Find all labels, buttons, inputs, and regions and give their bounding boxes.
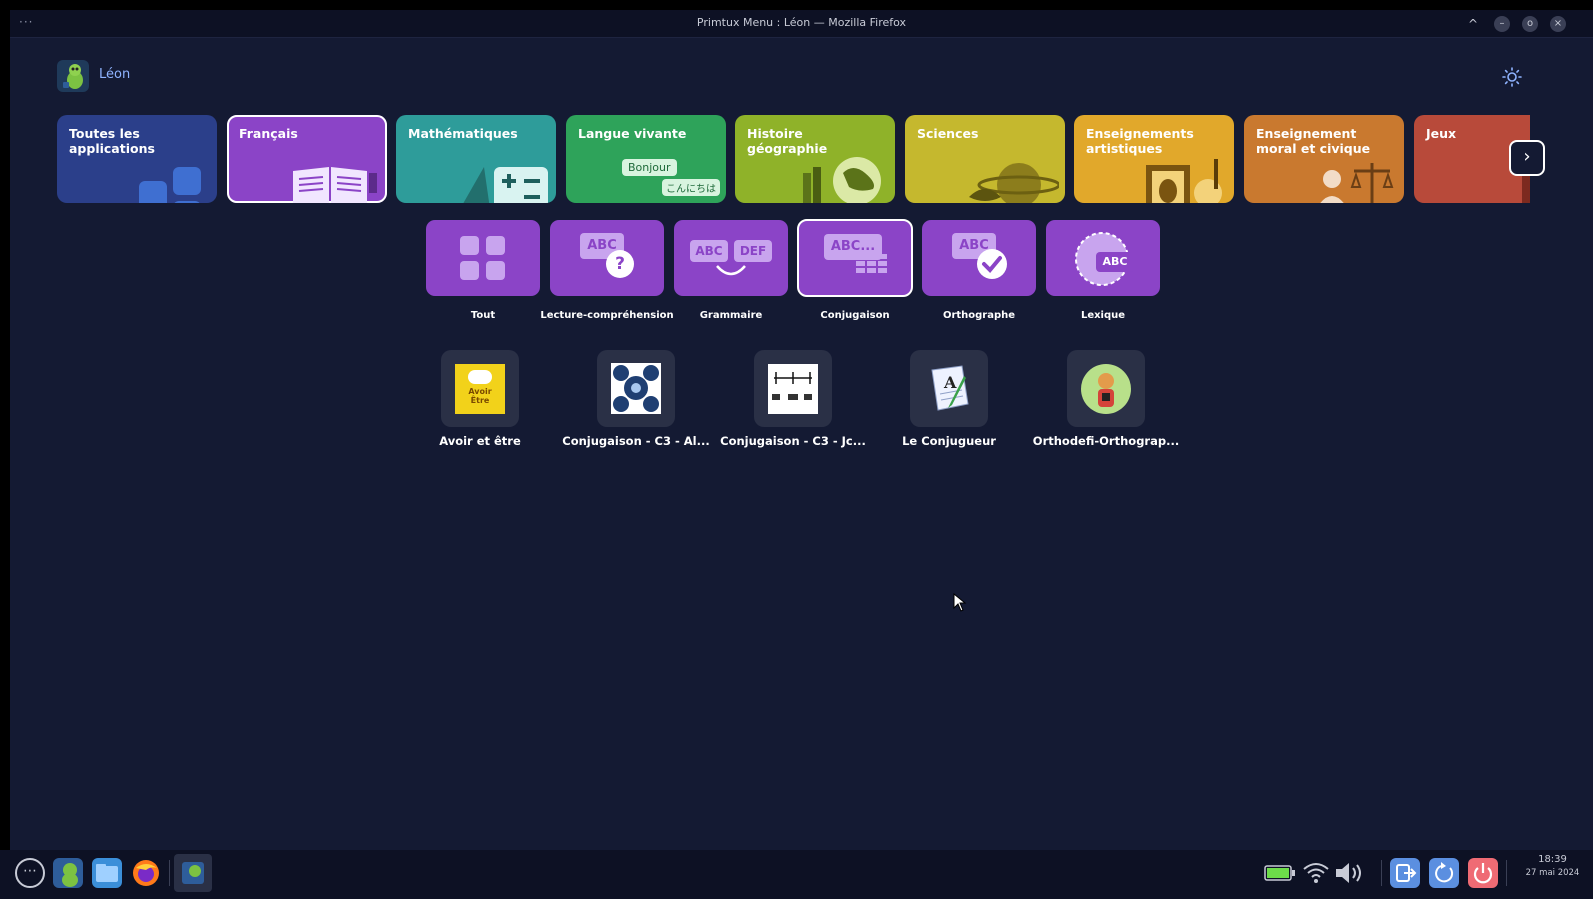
avoir-etre-icon: Avoir Être <box>455 364 505 414</box>
category-label: Enseignements artistiques <box>1086 126 1194 156</box>
abc-bubble: ABC <box>690 240 728 262</box>
subcategory-tile <box>426 220 540 296</box>
category-label: Enseignement moral et civique <box>1256 126 1371 156</box>
file-manager-icon[interactable] <box>92 858 122 888</box>
window-title: Primtux Menu : Léon — Mozilla Firefox <box>696 16 907 29</box>
notepad-pen-icon: A <box>931 365 969 411</box>
category-label: Français <box>239 126 298 141</box>
category-label: Sciences <box>917 126 979 141</box>
chevron-right-icon: › <box>1523 146 1531 167</box>
primtux-launcher-icon[interactable] <box>53 858 83 888</box>
subcategory-orthographe[interactable]: ABC Orthographe <box>922 220 1036 321</box>
app-label: Avoir et être <box>439 434 521 448</box>
subcategory-tile: ABC ? <box>550 220 664 296</box>
bonjour-bubble: Bonjour <box>622 159 677 176</box>
app-icon-box <box>597 350 675 427</box>
firefox-icon[interactable] <box>131 858 161 888</box>
app-menu-icon[interactable]: ⋯ <box>15 858 45 888</box>
link-arc-icon <box>716 265 746 276</box>
user-name: Léon <box>99 67 131 82</box>
konnichiwa-bubble: こんにちは <box>662 179 720 196</box>
power-icon[interactable] <box>1468 858 1498 888</box>
taskbar-separator <box>1381 860 1382 886</box>
timeline-icon <box>768 364 818 414</box>
abc-badge: ABC <box>1096 252 1134 272</box>
window-minimize-button[interactable]: – <box>1494 16 1510 32</box>
category-label: Jeux <box>1426 126 1457 141</box>
title-bar: ··· Primtux Menu : Léon — Mozilla Firefo… <box>10 10 1593 38</box>
category-langue-vivante[interactable]: Langue vivante Bonjour こんにちは <box>566 115 726 203</box>
category-all-apps[interactable]: Toutes les applications <box>57 115 217 203</box>
sun-icon <box>1502 67 1522 87</box>
subcategory-tile: ABC... <box>797 219 913 297</box>
check-icon <box>977 249 1007 279</box>
category-sciences[interactable]: Sciences <box>905 115 1065 203</box>
window-shade-button[interactable]: ^ <box>1465 16 1481 32</box>
subcategory-grammaire[interactable]: ABC DEF Grammaire <box>674 220 788 321</box>
planet-icon <box>969 163 1059 203</box>
app-icon-box: A <box>910 350 988 427</box>
grid-icon <box>460 236 505 280</box>
palette-icon <box>1146 159 1222 203</box>
category-label: Mathématiques <box>408 126 518 141</box>
calculator-icon <box>463 167 548 203</box>
clock-time: 18:39 <box>1538 854 1567 865</box>
subcategory-tile: ABC <box>1046 220 1160 296</box>
app-label: Le Conjugueur <box>902 434 996 448</box>
wifi-icon[interactable] <box>1301 860 1331 886</box>
globe-icon <box>803 157 881 203</box>
category-label: Histoire géographie <box>747 126 828 156</box>
category-label: Langue vivante <box>578 126 687 141</box>
category-bar: Toutes les applications Français Mathéma… <box>57 115 1530 203</box>
justice-scale-icon <box>1320 163 1394 203</box>
theme-toggle-button[interactable] <box>1502 67 1522 87</box>
window-maximize-button[interactable]: o <box>1522 16 1538 32</box>
question-icon: ? <box>606 250 634 278</box>
app-icon-box: Avoir Être <box>441 350 519 427</box>
logout-icon[interactable] <box>1390 858 1420 888</box>
grid-icon <box>139 167 201 203</box>
user-avatar <box>57 60 89 92</box>
table-icon <box>856 254 887 273</box>
app-icon-box <box>1067 350 1145 427</box>
molecule-icon <box>611 363 661 414</box>
app-label: Orthodefi-Orthograp... <box>1032 434 1180 448</box>
taskbar-separator <box>169 860 170 886</box>
subcategory-label: Lexique <box>1080 310 1126 321</box>
subcategory-lexique[interactable]: ABC Lexique <box>1046 220 1160 321</box>
subcategory-lecture-comprehension[interactable]: ABC ? Lecture-compréhension <box>540 220 674 321</box>
volume-icon[interactable] <box>1333 860 1369 886</box>
category-enseignement-moral[interactable]: Enseignement moral et civique <box>1244 115 1404 203</box>
app-label: Conjugaison - C3 - Jc... <box>720 434 866 448</box>
subcategory-tile: ABC DEF <box>674 220 788 296</box>
app-label: Conjugaison - C3 - Al... <box>562 434 710 448</box>
taskbar-separator <box>1506 860 1507 886</box>
svg-text:A: A <box>943 373 957 392</box>
category-francais[interactable]: Français <box>227 115 387 203</box>
subcategory-tile: ABC <box>922 220 1036 296</box>
taskbar: ⋯ 18:39 27 mai 2024 <box>0 850 1593 899</box>
clock[interactable]: 18:39 27 mai 2024 <box>1512 854 1593 878</box>
book-icon <box>293 167 377 203</box>
clock-date: 27 mai 2024 <box>1525 868 1580 878</box>
category-enseignements-artistiques[interactable]: Enseignements artistiques <box>1074 115 1234 203</box>
mouse-cursor-icon <box>953 593 967 612</box>
window-close-button[interactable]: × <box>1550 16 1566 32</box>
battery-icon[interactable] <box>1263 860 1297 886</box>
categories-next-button[interactable]: › <box>1509 140 1545 176</box>
category-label: Toutes les applications <box>69 126 155 156</box>
category-histoire-geographie[interactable]: Histoire géographie <box>735 115 895 203</box>
restart-icon[interactable] <box>1429 858 1459 888</box>
taskbar-active-window[interactable] <box>174 854 212 892</box>
subcategory-conjugaison[interactable]: ABC... Conjugaison <box>797 219 913 321</box>
browser-window: ··· Primtux Menu : Léon — Mozilla Firefo… <box>10 10 1593 885</box>
def-bubble: DEF <box>734 240 772 262</box>
app-icon-box <box>754 350 832 427</box>
category-mathematiques[interactable]: Mathématiques <box>396 115 556 203</box>
subcategory-tout[interactable]: Tout <box>426 220 540 321</box>
character-icon <box>1081 364 1131 414</box>
